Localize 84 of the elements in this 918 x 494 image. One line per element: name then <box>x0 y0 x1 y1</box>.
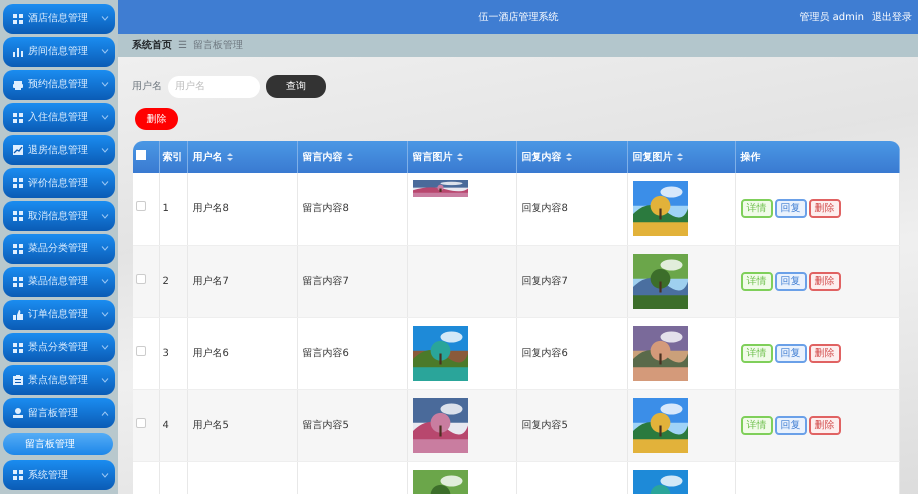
row-checkbox[interactable] <box>136 274 146 284</box>
select-all-checkbox[interactable] <box>136 150 146 160</box>
column-header[interactable]: 用户名 <box>192 152 222 162</box>
thumbs-up-icon <box>13 310 23 320</box>
sidebar-menu-item[interactable]: 退房信息管理 <box>3 135 115 166</box>
sort-icon <box>456 152 462 161</box>
grid-icon <box>13 178 23 188</box>
table-cell: 留言内容8 <box>302 203 349 214</box>
user-icon <box>13 408 23 418</box>
delete-button[interactable]: 删除 <box>808 416 840 434</box>
breadcrumb-separator: ☰ <box>178 39 187 53</box>
sidebar-menu-item[interactable]: 留言板管理 <box>3 398 115 428</box>
sidebar-submenu-item[interactable]: 留言板管理 <box>3 433 113 456</box>
table-cell: 留言内容7 <box>302 276 349 286</box>
search-field[interactable]: 用户名 <box>168 76 260 98</box>
delete-button[interactable]: 删除 <box>808 272 840 290</box>
column-header[interactable]: 留言内容 <box>302 152 342 162</box>
grid-icon <box>13 342 23 353</box>
reply-button[interactable]: 回复 <box>774 416 806 434</box>
grid-icon <box>13 276 23 287</box>
table-cell: 用户名6 <box>192 348 229 358</box>
table-cell: 留言内容6 <box>302 348 349 358</box>
column-header[interactable]: 留言图片 <box>412 152 452 162</box>
sidebar-menu-item[interactable]: 菜品信息管理 <box>3 266 115 297</box>
grid-icon <box>13 470 23 480</box>
line-chart-icon <box>13 145 23 156</box>
breadcrumb-home-link[interactable]: 系统首页 <box>132 38 172 53</box>
table-cell: 用户名8 <box>192 203 229 214</box>
table-cell: 回复内容7 <box>522 276 568 286</box>
breadcrumb-current: 留言板管理 <box>192 38 243 53</box>
row-checkbox[interactable] <box>136 418 146 428</box>
reply-button[interactable]: 回复 <box>774 344 806 362</box>
table-cell: 回复内容5 <box>522 420 568 430</box>
sidebar-menu-item[interactable]: 房间信息管理 <box>3 36 115 67</box>
sidebar-menu-item[interactable]: 取消信息管理 <box>3 201 115 232</box>
column-header[interactable]: 回复图片 <box>632 152 672 162</box>
row-checkbox[interactable] <box>136 201 146 212</box>
sidebar-menu-item[interactable]: 系统管理 <box>3 460 115 490</box>
grid-icon <box>13 14 23 24</box>
sidebar-menu-item[interactable]: 景点分类管理 <box>3 332 115 362</box>
column-header[interactable]: 回复内容 <box>522 152 562 162</box>
search-button[interactable]: 查询 <box>266 75 326 98</box>
delete-button[interactable]: 删除 <box>135 108 178 130</box>
detail-button[interactable]: 详情 <box>740 199 772 218</box>
sort-icon <box>566 152 572 161</box>
sort-icon <box>346 152 352 161</box>
sidebar-menu-item[interactable]: 景点信息管理 <box>3 365 115 396</box>
table-cell: 用户名5 <box>192 420 229 430</box>
sidebar-menu-item[interactable]: 评价信息管理 <box>3 168 115 198</box>
reply-button[interactable]: 回复 <box>774 272 806 290</box>
table-cell: 用户名7 <box>192 276 229 286</box>
search-label: 用户名 <box>132 80 162 94</box>
detail-button[interactable]: 详情 <box>740 344 772 362</box>
grid-icon <box>13 211 23 222</box>
sidebar-menu-item[interactable]: 菜品分类管理 <box>3 234 115 264</box>
table-cell: 回复内容6 <box>522 348 568 358</box>
printer-icon <box>13 80 23 90</box>
delete-button[interactable]: 删除 <box>808 344 840 362</box>
reply-button[interactable]: 回复 <box>774 199 806 218</box>
grid-icon <box>13 112 23 122</box>
table-cell: 回复内容8 <box>522 203 568 214</box>
sidebar-menu-item[interactable]: 入住信息管理 <box>3 102 115 132</box>
clipboard-icon <box>13 375 23 386</box>
detail-button[interactable]: 详情 <box>740 416 772 434</box>
bar-chart-icon <box>13 46 23 57</box>
sort-icon <box>226 152 232 161</box>
sidebar-menu-item[interactable]: 订单信息管理 <box>3 300 115 330</box>
column-header: 操作 <box>740 152 760 162</box>
sidebar-menu-item[interactable]: 预约信息管理 <box>3 70 115 100</box>
app-title: 伍一酒店管理系统 <box>478 10 560 24</box>
detail-button[interactable]: 详情 <box>740 272 772 290</box>
admin-username: 管理员 admin <box>799 10 864 24</box>
delete-button[interactable]: 删除 <box>808 199 840 218</box>
sidebar-menu-item[interactable]: 酒店信息管理 <box>3 4 115 34</box>
row-index: 2 <box>162 276 169 286</box>
row-checkbox[interactable] <box>136 346 146 356</box>
logout-link[interactable]: 退出登录 <box>872 10 912 24</box>
row-index: 3 <box>162 348 169 358</box>
sort-icon <box>676 152 682 161</box>
row-index: 1 <box>162 203 169 214</box>
column-header: 索引 <box>162 152 182 162</box>
grid-icon <box>13 244 23 254</box>
row-index: 4 <box>162 420 169 430</box>
table-cell: 留言内容5 <box>302 420 349 430</box>
